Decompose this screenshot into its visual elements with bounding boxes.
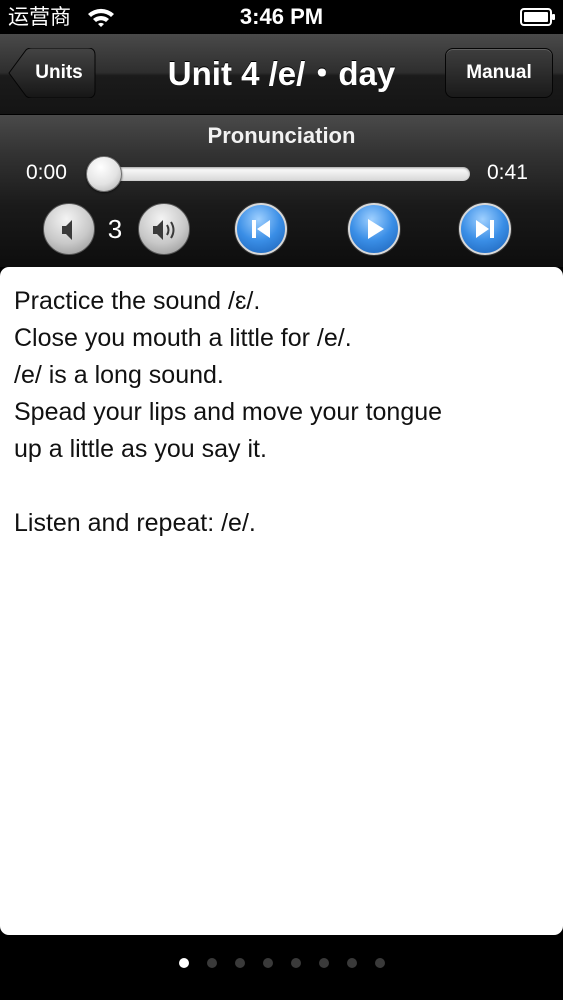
page-dot[interactable] [234,958,245,968]
audio-player: Pronunciation 0:00 0:41 3 [0,115,563,267]
total-time: 0:41 [487,161,528,184]
progress-thumb[interactable] [86,156,122,192]
battery-icon [520,8,555,26]
lesson-text-card: Practice the sound /ɛ/. Close you mouth a… [0,267,563,935]
skip-next-icon [476,220,494,238]
page-dot[interactable] [262,958,273,968]
play-icon [368,219,384,239]
lesson-text-line: Listen and repeat: /e/. [14,509,256,537]
page-dot[interactable] [178,958,189,968]
volume-up-icon [153,220,175,240]
previous-track-button[interactable] [235,203,287,255]
volume-down-button[interactable] [43,203,95,255]
skip-previous-icon [252,220,270,238]
page-dot[interactable] [290,958,301,968]
progress-slider[interactable] [98,167,470,181]
navigation-bar: Units Unit 4 /e/・day Manual [0,34,563,115]
page-title: Unit 4 /e/・day [167,55,396,92]
manual-button[interactable]: Manual [445,48,553,98]
next-track-button[interactable] [459,203,511,255]
back-button-label: Units [35,62,83,83]
player-title: Pronunciation [207,123,356,148]
status-time: 3:46 PM [239,4,324,29]
back-button-units[interactable]: Units [8,48,96,98]
lesson-text-line: Spead your lips and move your tongue [14,398,443,426]
lesson-text-line: /e/ is a long sound. [14,361,224,389]
status-bar: 运营商 3:46 PM [0,0,563,34]
page-indicator[interactable] [0,958,563,978]
volume-down-icon [62,220,72,240]
play-button[interactable] [348,203,400,255]
lesson-text-line [14,468,549,505]
page-dot[interactable] [318,958,329,968]
page-dot[interactable] [374,958,385,968]
app-screen: 运营商 3:46 PM Units Unit 4 /e/・day Manual … [0,0,563,1000]
page-dot[interactable] [206,958,217,968]
lesson-text-line: Practice the sound /ɛ/. [14,287,261,315]
volume-up-button[interactable] [138,203,190,255]
elapsed-time: 0:00 [26,161,67,184]
page-dot[interactable] [346,958,357,968]
lesson-text-line: Close you mouth a little for /e/. [14,324,352,352]
lesson-text-line: up a little as you say it. [14,435,267,463]
volume-level: 3 [107,214,123,244]
